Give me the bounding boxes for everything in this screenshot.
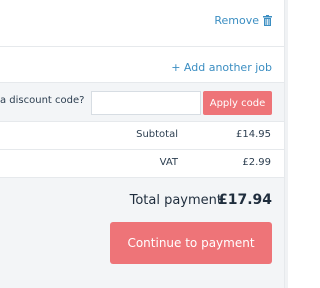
apply-code-button[interactable]: Apply code [203, 91, 272, 115]
discount-code-label: a discount code? [0, 95, 85, 106]
scrollbar-track[interactable] [284, 0, 288, 288]
add-another-job-link[interactable]: + Add another job [171, 61, 272, 74]
discount-code-input[interactable] [91, 91, 201, 115]
vat-label: VAT [159, 157, 178, 168]
discount-code-row: a discount code? Apply code [0, 82, 288, 122]
subtotal-row: Subtotal £14.95 [0, 122, 288, 150]
remove-label: Remove [214, 14, 259, 27]
vat-value: £2.99 [242, 157, 271, 168]
remove-link[interactable]: Remove [214, 14, 272, 27]
subtotal-value: £14.95 [236, 129, 271, 140]
divider [0, 46, 288, 47]
job-item-section: Remove + Add another job [0, 0, 288, 82]
continue-to-payment-button[interactable]: Continue to payment [110, 222, 272, 264]
vat-row: VAT £2.99 [0, 150, 288, 178]
subtotal-label: Subtotal [136, 129, 178, 140]
total-payment-label: Total payment [129, 193, 222, 208]
trash-icon [263, 15, 272, 26]
checkout-panel: Total payment £17.94 Continue to payment [0, 178, 288, 288]
total-payment-value: £17.94 [217, 192, 272, 208]
